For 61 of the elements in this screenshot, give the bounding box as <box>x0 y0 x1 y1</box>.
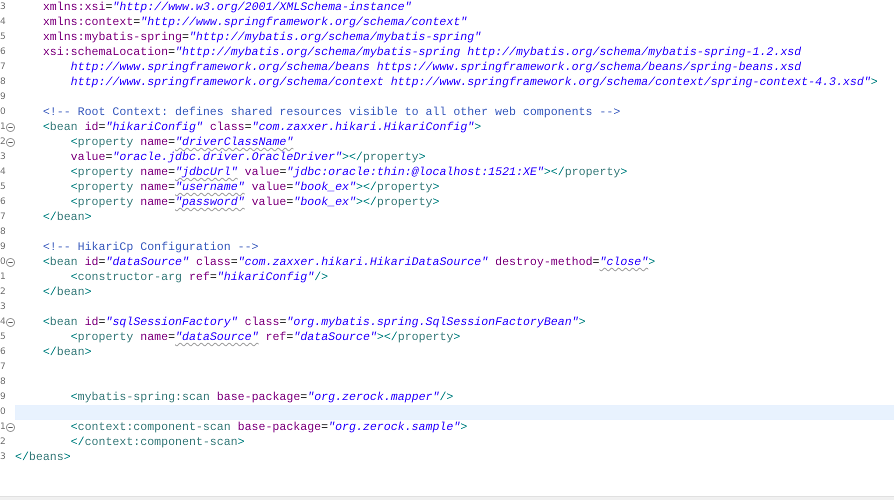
code-line: </bean> <box>42 210 92 225</box>
line-number: 9 <box>0 391 6 404</box>
code-line: xsi:schemaLocation="http://mybatis.org/schema/mybatis-spring http://mybatis.org/schema/mybatis-spring-1.2.xsd <box>42 45 802 60</box>
code-line: <!-- HikariCp Configuration --> <box>42 240 259 255</box>
code-line: <bean id="hikariConfig" class="com.zaxxer.hikari.HikariConfig"> <box>42 120 482 135</box>
line-number: 6 <box>0 346 6 359</box>
collapse-icon[interactable] <box>6 258 15 267</box>
line-number: 1 <box>0 121 6 134</box>
code-line: xmlns:context="http://www.springframework.org/schema/context" <box>42 15 468 30</box>
code-line: <property name="password" value="book_ex"></property> <box>70 195 440 210</box>
line-number: 1 <box>0 421 6 434</box>
line-number: 0 <box>0 256 6 269</box>
code-line: <property name="dataSource" ref="dataSource"></property> <box>70 330 460 345</box>
code-line: <context:component-scan base-package="org.zerock.sample"> <box>70 420 468 435</box>
code-line: xmlns:mybatis-spring="http://mybatis.org/schema/mybatis-spring" <box>42 30 482 45</box>
line-number: 9 <box>0 91 6 104</box>
code-line: </context:component-scan> <box>70 435 245 450</box>
line-number: 4 <box>0 16 6 29</box>
line-number: 0 <box>0 106 6 119</box>
line-number: 7 <box>0 211 6 224</box>
code-line: <!-- Root Context: defines shared resources visible to all other web components --> <box>42 105 620 120</box>
code-line: <property name="driverClassName" <box>70 135 294 150</box>
line-number: 3 <box>0 451 6 464</box>
code-line: </bean> <box>42 285 92 300</box>
line-number: 4 <box>0 316 6 329</box>
line-number: 2 <box>0 286 6 299</box>
code-line: http://www.springframework.org/schema/beans https://www.springframework.org/schema/beans/spring-beans.xsd <box>70 60 802 75</box>
line-number: 6 <box>0 196 6 209</box>
line-number: 8 <box>0 76 6 89</box>
collapse-icon[interactable] <box>6 123 15 132</box>
code-line: value="oracle.jdbc.driver.OracleDriver"></property> <box>70 150 426 165</box>
line-number: 7 <box>0 61 6 74</box>
line-number: 3 <box>0 301 6 314</box>
code-line: http://www.springframework.org/schema/context http://www.springframework.org/schema/context/spring-context-4.3.xsd"> <box>70 75 878 90</box>
line-number: 8 <box>0 226 6 239</box>
code-line: xmlns:xsi="http://www.w3.org/2001/XMLSchema-instance" <box>42 0 412 15</box>
code-line: <constructor-arg ref="hikariConfig"/> <box>70 270 328 285</box>
line-number: 5 <box>0 181 6 194</box>
collapse-icon[interactable] <box>6 318 15 327</box>
code-line: <property name="username" value="book_ex"></property> <box>70 180 440 195</box>
line-number: 9 <box>0 241 6 254</box>
line-number: 7 <box>0 361 6 374</box>
line-number: 8 <box>0 376 6 389</box>
line-number: 3 <box>0 151 6 164</box>
line-number: 3 <box>0 1 6 14</box>
line-number: 0 <box>0 406 6 419</box>
line-number: 5 <box>0 331 6 344</box>
line-number: 1 <box>0 271 6 284</box>
code-line: </bean> <box>42 345 92 360</box>
code-line: <property name="jdbcUrl" value="jdbc:oracle:thin:@localhost:1521:XE"></property> <box>70 165 628 180</box>
code-line: <bean id="sqlSessionFactory" class="org.mybatis.spring.SqlSessionFactoryBean"> <box>42 315 586 330</box>
code-line: <mybatis-spring:scan base-package="org.zerock.mapper"/> <box>70 390 454 405</box>
line-number: 5 <box>0 31 6 44</box>
collapse-icon[interactable] <box>6 138 15 147</box>
code-line: <bean id="dataSource" class="com.zaxxer.hikari.HikariDataSource" destroy-method="close"> <box>42 255 656 270</box>
code-line: </beans> <box>15 450 71 465</box>
line-number: 2 <box>0 436 6 449</box>
line-number: 2 <box>0 136 6 149</box>
collapse-icon[interactable] <box>6 423 15 432</box>
line-number: 6 <box>0 46 6 59</box>
line-number: 4 <box>0 166 6 179</box>
